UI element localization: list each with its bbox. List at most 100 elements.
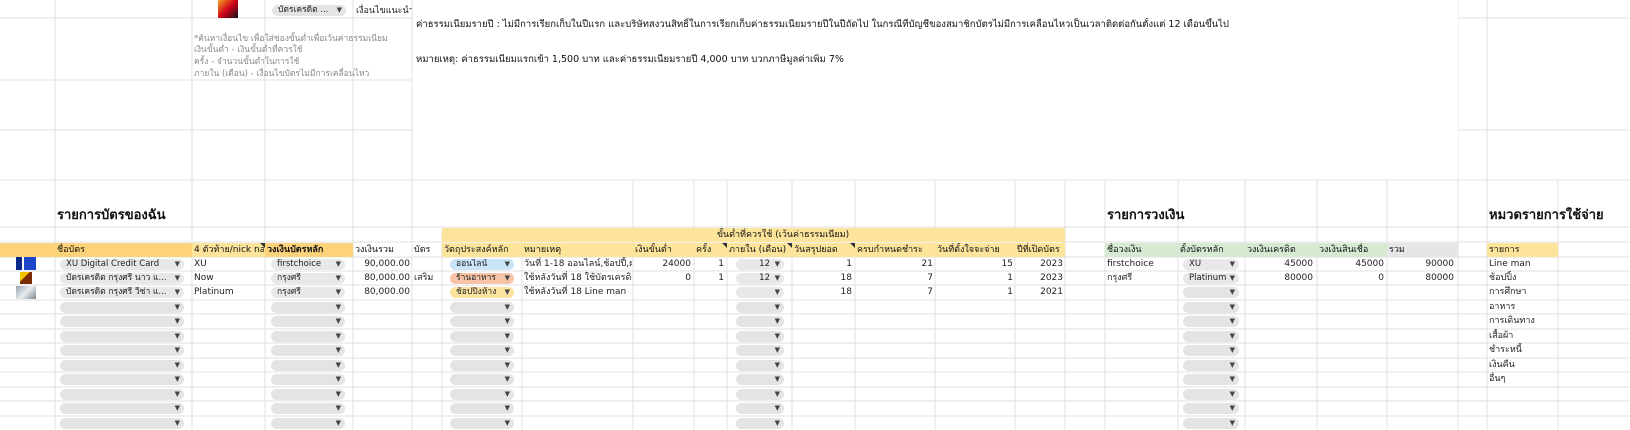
limit-main-card-dropdown[interactable]: ▼ — [1183, 331, 1239, 342]
limit-main-card-dropdown[interactable]: ▼ — [1183, 418, 1239, 429]
card-name-dropdown[interactable]: ▼ — [60, 374, 184, 385]
within-months-dropdown[interactable]: 12 ▼ — [736, 259, 784, 270]
card-name-dropdown[interactable]: ▼ — [60, 389, 184, 400]
limit-name[interactable]: กรุงศรี — [1107, 271, 1177, 285]
main-limit-dropdown[interactable]: กรุงศรี ▼ — [271, 287, 345, 298]
limit-main-card-dropdown[interactable]: ▼ — [1183, 360, 1239, 371]
expense-item[interactable]: เสื้อผ้า — [1489, 329, 1557, 343]
expense-item[interactable]: อาหาร — [1489, 300, 1557, 314]
credit-limit[interactable]: 80000 — [1247, 271, 1313, 285]
card-remark[interactable]: วันที่ 1-18 ออนไลน์,ช้อปปี้,ฝอ — [524, 257, 632, 271]
limit-main-card-dropdown[interactable]: ▼ — [1183, 403, 1239, 414]
expense-item[interactable]: เงินคืน — [1489, 358, 1557, 372]
min-times[interactable]: 1 — [696, 271, 724, 285]
card-nickname[interactable]: Now — [194, 271, 264, 285]
credit-limit[interactable]: 45000 — [1247, 257, 1313, 271]
expense-item[interactable]: Line man — [1489, 257, 1557, 271]
expense-item[interactable]: ชำระหนี้ — [1489, 343, 1557, 357]
within-months-dropdown[interactable]: ▼ — [736, 316, 784, 327]
min-times[interactable]: 1 — [696, 257, 724, 271]
open-year[interactable]: 2023 — [1017, 271, 1063, 285]
expense-item[interactable]: อื่นๆ — [1489, 372, 1557, 386]
purpose-dropdown[interactable]: ▼ — [450, 403, 514, 414]
card-select-dropdown[interactable]: บัตรเครดิต ... ▼ — [272, 5, 346, 16]
card-name-dropdown[interactable]: บัตรเครดิต กรุงศรี วีซ่า แ... ▼ — [60, 287, 184, 298]
purpose-dropdown[interactable]: ▼ — [450, 316, 514, 327]
purpose-dropdown[interactable]: ▼ — [450, 418, 514, 429]
expense-item[interactable]: ช้อปปิ้ง — [1489, 271, 1557, 285]
main-limit-dropdown[interactable]: ▼ — [271, 360, 345, 371]
within-months-dropdown[interactable]: ▼ — [736, 345, 784, 356]
pay-day[interactable]: 1 — [937, 285, 1013, 299]
statement-day[interactable]: 1 — [794, 257, 852, 271]
card-nickname[interactable]: Platinum — [194, 285, 264, 299]
purpose-dropdown[interactable]: ▼ — [450, 389, 514, 400]
purpose-dropdown[interactable]: ▼ — [450, 331, 514, 342]
main-limit-dropdown[interactable]: ▼ — [271, 316, 345, 327]
open-year[interactable]: 2023 — [1017, 257, 1063, 271]
card-remark[interactable]: ใช้หลังวันที่ 18 Line man — [524, 285, 632, 299]
within-months-dropdown[interactable]: ▼ — [736, 389, 784, 400]
card-name-dropdown[interactable]: ▼ — [60, 331, 184, 342]
card-name-dropdown[interactable]: ▼ — [60, 360, 184, 371]
expense-item[interactable]: การเดินทาง — [1489, 314, 1557, 328]
loan-limit[interactable]: 0 — [1319, 271, 1384, 285]
open-year[interactable]: 2021 — [1017, 285, 1063, 299]
purpose-dropdown[interactable]: ▼ — [450, 374, 514, 385]
within-months-dropdown[interactable]: ▼ — [736, 287, 784, 298]
main-limit-dropdown[interactable]: firstchoice ▼ — [271, 259, 345, 270]
card-name-dropdown[interactable]: ▼ — [60, 316, 184, 327]
min-amount[interactable]: 24000 — [635, 257, 691, 271]
limit-main-card-dropdown[interactable]: ▼ — [1183, 287, 1239, 298]
pay-day[interactable]: 1 — [937, 271, 1013, 285]
limit-main-card-dropdown[interactable]: ▼ — [1183, 316, 1239, 327]
main-limit-dropdown[interactable]: กรุงศรี ▼ — [271, 273, 345, 284]
statement-day[interactable]: 18 — [794, 285, 852, 299]
card-remark[interactable]: ใช้หลังวันที่ 18 ใช้บัตรเครดิต — [524, 271, 632, 285]
main-limit-dropdown[interactable]: ▼ — [271, 403, 345, 414]
card-name-dropdown[interactable]: บัตรเครดิต กรุงศรี นาว แ... ▼ — [60, 273, 184, 284]
limit-main-card-dropdown[interactable]: ▼ — [1183, 389, 1239, 400]
limit-main-card-dropdown[interactable]: ▼ — [1183, 374, 1239, 385]
card-name-dropdown[interactable]: ▼ — [60, 403, 184, 414]
limit-name[interactable]: firstchoice — [1107, 257, 1177, 271]
purpose-dropdown[interactable]: ▼ — [450, 360, 514, 371]
main-limit-dropdown[interactable]: ▼ — [271, 389, 345, 400]
card-nickname[interactable]: XU — [194, 257, 264, 271]
main-limit-dropdown[interactable]: ▼ — [271, 418, 345, 429]
main-limit-dropdown-value: firstchoice — [277, 259, 322, 269]
limit-main-card-dropdown[interactable]: XU ▼ — [1183, 259, 1239, 270]
expense-item[interactable]: การศึกษา — [1489, 285, 1557, 299]
main-limit-dropdown[interactable]: ▼ — [271, 374, 345, 385]
within-months-dropdown[interactable]: ▼ — [736, 374, 784, 385]
within-months-dropdown[interactable]: ▼ — [736, 360, 784, 371]
loan-limit[interactable]: 45000 — [1319, 257, 1384, 271]
statement-day[interactable]: 18 — [794, 271, 852, 285]
card-name-dropdown[interactable]: XU Digital Credit Card ▼ — [60, 259, 184, 270]
due-day[interactable]: 21 — [857, 257, 933, 271]
purpose-dropdown[interactable]: ช้อปปิ้งห้าง ▼ — [450, 287, 514, 298]
main-limit-dropdown[interactable]: ▼ — [271, 302, 345, 313]
limit-main-card-dropdown[interactable]: ▼ — [1183, 345, 1239, 356]
due-day[interactable]: 7 — [857, 271, 933, 285]
purpose-dropdown[interactable]: ร้านอาหาร ▼ — [450, 273, 514, 284]
main-limit-dropdown[interactable]: ▼ — [271, 345, 345, 356]
total-limit: 80,000.00 — [364, 273, 410, 283]
main-limit-dropdown[interactable]: ▼ — [271, 331, 345, 342]
within-months-dropdown[interactable]: ▼ — [736, 418, 784, 429]
purpose-dropdown[interactable]: ▼ — [450, 302, 514, 313]
due-day[interactable]: 7 — [857, 285, 933, 299]
limit-main-card-dropdown[interactable]: ▼ — [1183, 302, 1239, 313]
within-months-dropdown[interactable]: ▼ — [736, 403, 784, 414]
within-months-dropdown[interactable]: ▼ — [736, 302, 784, 313]
min-amount[interactable]: 0 — [635, 271, 691, 285]
purpose-dropdown[interactable]: ▼ — [450, 345, 514, 356]
limit-main-card-dropdown[interactable]: Platinum ▼ — [1183, 273, 1239, 284]
purpose-dropdown[interactable]: ออนไลน์ ▼ — [450, 259, 514, 270]
card-name-dropdown[interactable]: ▼ — [60, 345, 184, 356]
card-name-dropdown[interactable]: ▼ — [60, 418, 184, 429]
within-months-dropdown[interactable]: ▼ — [736, 331, 784, 342]
card-name-dropdown[interactable]: ▼ — [60, 302, 184, 313]
pay-day[interactable]: 15 — [937, 257, 1013, 271]
within-months-dropdown[interactable]: 12 ▼ — [736, 273, 784, 284]
